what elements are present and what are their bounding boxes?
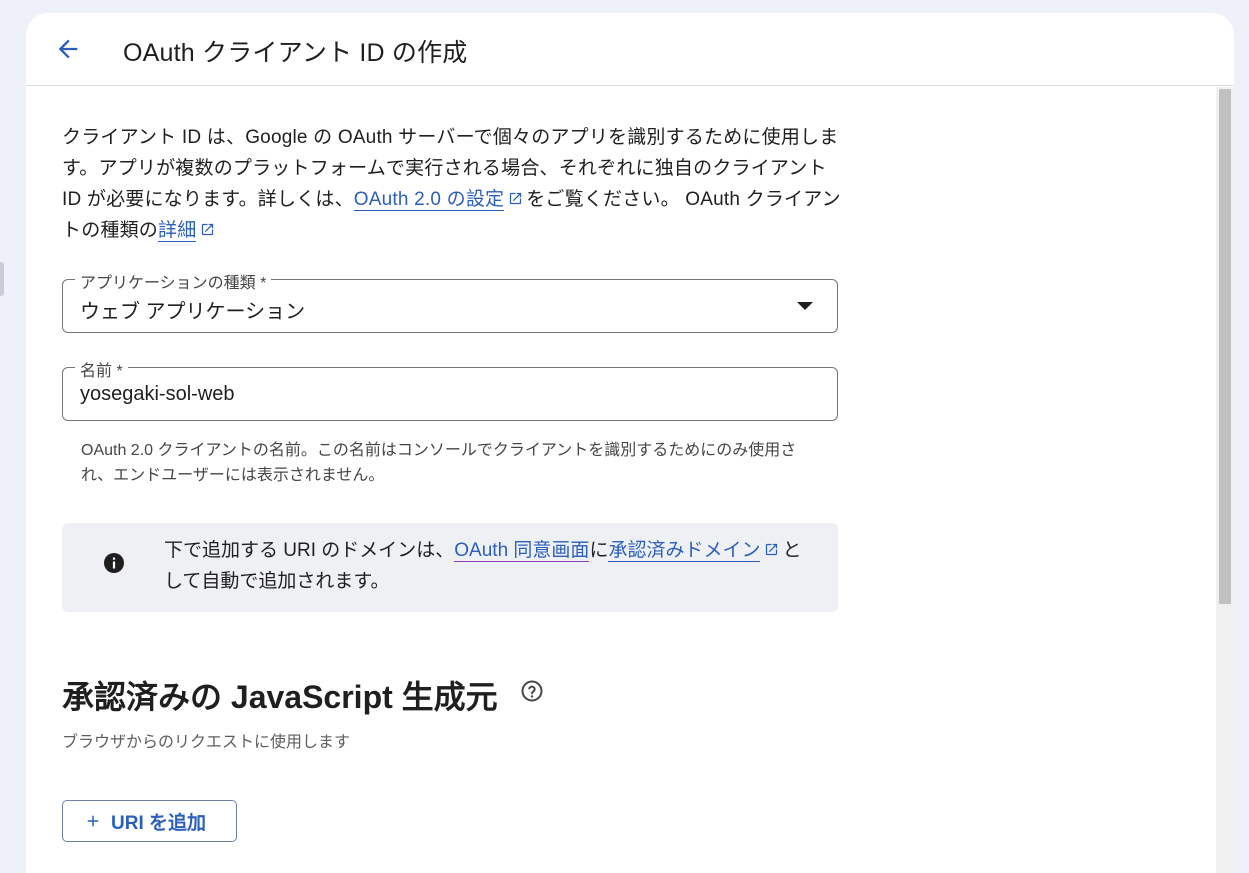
page-header: OAuth クライアント ID の作成 bbox=[26, 13, 1234, 86]
application-type-select[interactable]: アプリケーションの種類 * ウェブ アプリケーション bbox=[62, 269, 838, 333]
info-text-part: 下で追加する URI のドメインは、 bbox=[164, 540, 455, 561]
authorized-domains-link[interactable]: 承認済みドメイン bbox=[608, 540, 761, 562]
external-link-icon bbox=[766, 543, 778, 556]
external-link-icon bbox=[202, 223, 214, 236]
js-origins-title: 承認済みの JavaScript 生成元 bbox=[62, 679, 498, 715]
scrollbar-thumb[interactable] bbox=[1219, 89, 1231, 604]
external-link-icon bbox=[510, 192, 522, 205]
name-field-value[interactable]: yosegaki-sol-web bbox=[80, 383, 235, 406]
back-button[interactable] bbox=[50, 31, 86, 67]
info-text: 下で追加する URI のドメインは、OAuth 同意画面に承認済みドメイン として… bbox=[164, 535, 814, 597]
info-callout: 下で追加する URI のドメインは、OAuth 同意画面に承認済みドメイン として… bbox=[62, 523, 838, 612]
arrow-back-icon bbox=[58, 39, 78, 59]
background-edge bbox=[0, 262, 4, 296]
client-types-details-link-label: 詳細 bbox=[158, 220, 197, 241]
js-origins-subtitle: ブラウザからのリクエストに使用します bbox=[62, 734, 351, 751]
help-icon[interactable] bbox=[520, 679, 544, 703]
name-field-label: 名前 * bbox=[75, 357, 128, 381]
oauth-consent-screen-link[interactable]: OAuth 同意画面 bbox=[454, 540, 590, 562]
name-field-helper: OAuth 2.0 クライアントの名前。この名前はコンソールでクライアントを識別… bbox=[81, 442, 797, 484]
add-uri-label: URI を追加 bbox=[111, 812, 207, 834]
plus-icon bbox=[87, 815, 99, 827]
application-type-label: アプリケーションの種類 * bbox=[75, 269, 272, 293]
oauth-consent-screen-link-label: OAuth 同意画面 bbox=[454, 540, 590, 561]
oauth-settings-link[interactable]: OAuth 2.0 の設定 bbox=[353, 189, 505, 211]
application-type-value: ウェブ アプリケーション bbox=[80, 301, 306, 323]
client-types-details-link[interactable]: 詳細 bbox=[158, 220, 197, 242]
authorized-domains-link-label: 承認済みドメイン bbox=[608, 540, 761, 561]
name-field[interactable]: 名前 * yosegaki-sol-web bbox=[62, 357, 838, 421]
info-text-part: に bbox=[589, 540, 609, 561]
create-oauth-client-panel: OAuth クライアント ID の作成 クライアント ID は、Google の… bbox=[26, 13, 1234, 873]
page-title: OAuth クライアント ID の作成 bbox=[123, 39, 468, 67]
add-uri-button[interactable]: URI を追加 bbox=[62, 800, 237, 842]
dropdown-caret-icon bbox=[797, 302, 813, 310]
intro-text: クライアント ID は、Google の OAuth サーバーで個々のアプリを識… bbox=[62, 122, 842, 246]
info-icon bbox=[104, 553, 124, 573]
oauth-settings-link-label: OAuth 2.0 の設定 bbox=[353, 189, 505, 210]
